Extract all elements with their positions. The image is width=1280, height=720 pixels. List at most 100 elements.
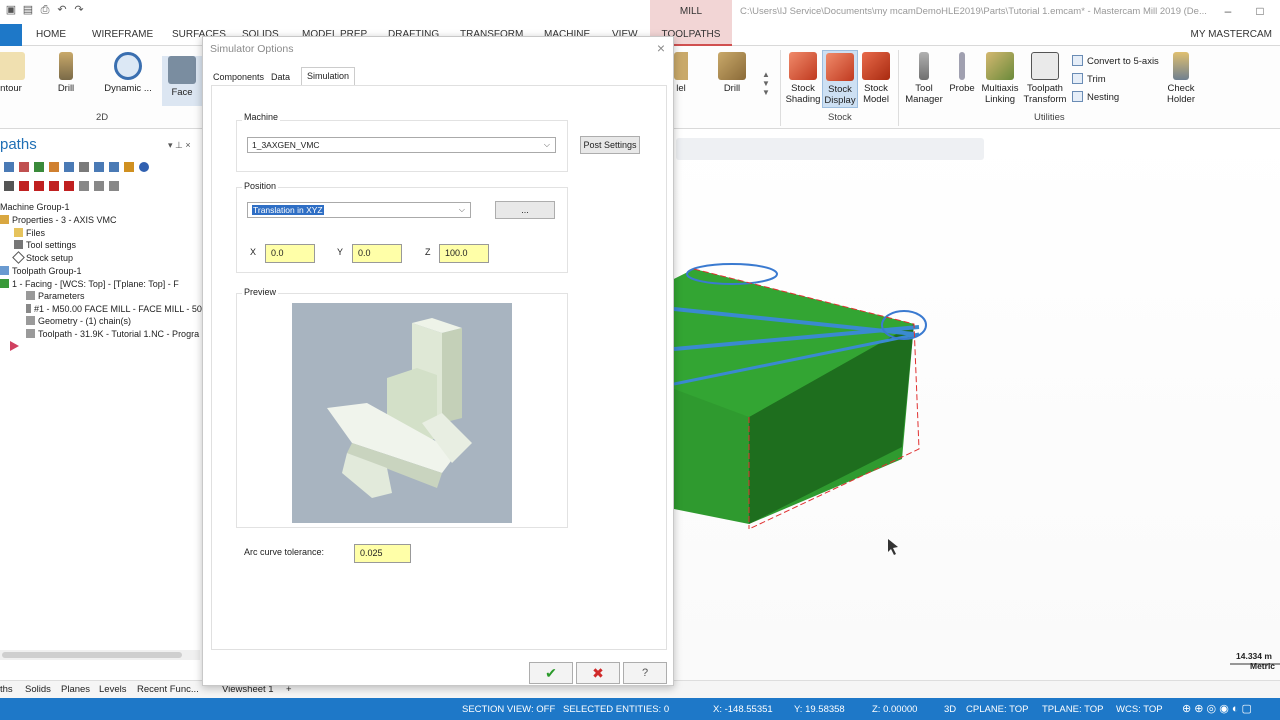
- tree-facing-op[interactable]: 1 - Facing - [WCS: Top] - [Tplane: Top] …: [0, 278, 179, 290]
- toolpath-transform-button[interactable]: Toolpath Transform: [1022, 52, 1068, 105]
- drill-button[interactable]: Drill: [50, 52, 82, 94]
- tab-levels-panel[interactable]: Levels: [99, 684, 126, 695]
- options-icon[interactable]: [109, 181, 119, 191]
- backplot-icon[interactable]: [64, 162, 74, 172]
- position-options-button[interactable]: ...: [495, 201, 555, 219]
- open-icon[interactable]: ▤: [21, 3, 35, 17]
- x-field[interactable]: 0.0: [265, 244, 315, 263]
- drill-3d-button[interactable]: Drill: [716, 52, 748, 94]
- face-button[interactable]: Face: [162, 56, 202, 106]
- redo-icon[interactable]: ↷: [72, 3, 86, 17]
- tree-toolpath-label: Toolpath - 31.9K - Tutorial 1.NC - Progr…: [38, 329, 200, 339]
- z-label: Z: [425, 247, 431, 257]
- tree-parameters[interactable]: Parameters: [26, 290, 85, 302]
- save-icon[interactable]: ▣: [4, 3, 18, 17]
- wcs-status[interactable]: WCS: TOP: [1116, 704, 1163, 715]
- tree-tool[interactable]: #1 - M50.00 FACE MILL - FACE MILL - 50: [26, 303, 202, 315]
- mode-3d[interactable]: 3D: [944, 704, 956, 715]
- tree-tool-settings[interactable]: Tool settings: [14, 239, 76, 251]
- z-field[interactable]: 100.0: [439, 244, 489, 263]
- nesting-button[interactable]: Nesting: [1072, 91, 1119, 103]
- deselect-icon[interactable]: [19, 162, 29, 172]
- stock-display-button[interactable]: Stock Display: [822, 50, 858, 108]
- help-icon[interactable]: [139, 162, 149, 172]
- stock-model-button[interactable]: Stock Model: [858, 52, 894, 105]
- tab-data[interactable]: Data: [267, 69, 294, 85]
- tree-stock-setup[interactable]: Stock setup: [12, 251, 73, 264]
- tree-files[interactable]: Files: [14, 227, 45, 239]
- partial-button[interactable]: lel: [674, 52, 688, 94]
- pin-icon[interactable]: ▾ ⊥ ×: [168, 140, 191, 151]
- tab-planes-panel[interactable]: Planes: [61, 684, 90, 695]
- tplane-status[interactable]: TPLANE: TOP: [1042, 704, 1103, 715]
- tab-components[interactable]: Components: [209, 69, 268, 85]
- trim-button[interactable]: Trim: [1072, 73, 1106, 85]
- close-icon[interactable]: ×: [657, 40, 665, 56]
- select-all-icon[interactable]: [4, 162, 14, 172]
- cancel-button[interactable]: ✖: [576, 662, 620, 684]
- help-button[interactable]: ?: [623, 662, 667, 684]
- minimize-icon[interactable]: –: [1212, 0, 1244, 22]
- tab-file[interactable]: [0, 24, 22, 46]
- tree-toolpath-group[interactable]: Toolpath Group-1: [0, 265, 82, 277]
- convert-5axis-button[interactable]: Convert to 5-axis: [1072, 55, 1159, 67]
- tab-simulation[interactable]: Simulation: [301, 67, 356, 85]
- y-field[interactable]: 0.0: [352, 244, 402, 263]
- toggle-display-icon[interactable]: [79, 181, 89, 191]
- tool-manager-button[interactable]: Tool Manager: [902, 52, 946, 105]
- tree-toolpath[interactable]: Toolpath - 31.9K - Tutorial 1.NC - Progr…: [26, 328, 199, 340]
- undo-icon[interactable]: ↶: [55, 3, 69, 17]
- expand-icon[interactable]: [64, 181, 74, 191]
- ok-button[interactable]: ✔: [529, 662, 573, 684]
- multiaxis-linking-icon: [986, 52, 1014, 80]
- machine-label: Machine: [242, 112, 281, 122]
- insert-arrow-icon[interactable]: [49, 181, 59, 191]
- move-down-icon[interactable]: [19, 181, 29, 191]
- tab-recent-functions[interactable]: Recent Func...: [137, 684, 199, 695]
- dynamic-button[interactable]: Dynamic ...: [100, 52, 156, 94]
- maximize-icon[interactable]: □: [1244, 0, 1276, 22]
- insert-arrow-marker-icon[interactable]: [10, 341, 19, 351]
- arc-tolerance-field[interactable]: 0.025: [354, 544, 411, 563]
- contour-button[interactable]: ntour: [0, 52, 28, 94]
- stock-shading-button[interactable]: Stock Shading: [784, 52, 822, 105]
- tab-toolpaths-panel[interactable]: ths: [0, 684, 13, 695]
- print-icon[interactable]: ⎙: [38, 3, 52, 17]
- tab-home[interactable]: HOME: [28, 24, 74, 46]
- regen-dirty-icon[interactable]: [49, 162, 59, 172]
- chevron-down-icon: ⌵: [458, 205, 465, 214]
- tab-my-mastercam[interactable]: MY MASTERCAM: [1183, 24, 1280, 46]
- window-title: C:\Users\IJ Service\Documents\my mcamDem…: [740, 6, 1207, 17]
- position-select[interactable]: Translation in XYZ ⌵: [247, 202, 471, 218]
- lock-icon[interactable]: [4, 181, 14, 191]
- convert-5axis-label: Convert to 5-axis: [1087, 56, 1159, 67]
- high-feed-icon[interactable]: [124, 162, 134, 172]
- multiaxis-linking-button[interactable]: Multiaxis Linking: [978, 52, 1022, 105]
- post-settings-button[interactable]: Post Settings: [580, 136, 640, 154]
- cplane-status[interactable]: CPLANE: TOP: [966, 704, 1028, 715]
- section-view-status[interactable]: SECTION VIEW: OFF: [462, 704, 555, 715]
- scrollbar-thumb[interactable]: [2, 652, 182, 658]
- probe-button[interactable]: Probe: [946, 52, 978, 94]
- view-icons[interactable]: ⊕ ⊕ ◎ ◉ ◐ ▢: [1182, 702, 1252, 715]
- machine-preview-image: [292, 303, 512, 523]
- toggle-post-icon[interactable]: [94, 181, 104, 191]
- graphics-viewport[interactable]: [673, 129, 1280, 680]
- tree-geometry[interactable]: Geometry - (1) chain(s): [26, 315, 131, 327]
- check-holder-button[interactable]: Check Holder: [1162, 52, 1200, 105]
- regen-icon[interactable]: [34, 162, 44, 172]
- panel-horizontal-scrollbar[interactable]: [0, 650, 200, 660]
- simulate-icon[interactable]: [94, 162, 104, 172]
- y-coordinate: Y: 19.58358: [794, 704, 845, 715]
- verify-icon[interactable]: [79, 162, 89, 172]
- viewport-toolbar[interactable]: [676, 138, 984, 160]
- tree-machine-group[interactable]: Machine Group-1: [0, 201, 70, 213]
- panel-title: paths: [0, 136, 37, 153]
- gallery-scroll-icon[interactable]: ▲ ▼ ▼: [762, 70, 770, 97]
- tab-wireframe[interactable]: WIREFRAME: [84, 24, 161, 46]
- tree-properties[interactable]: Properties - 3 - AXIS VMC: [0, 214, 117, 226]
- move-up-icon[interactable]: [34, 181, 44, 191]
- machine-select[interactable]: 1_3AXGEN_VMC ⌵: [247, 137, 556, 153]
- tab-solids-panel[interactable]: Solids: [25, 684, 51, 695]
- post-icon[interactable]: [109, 162, 119, 172]
